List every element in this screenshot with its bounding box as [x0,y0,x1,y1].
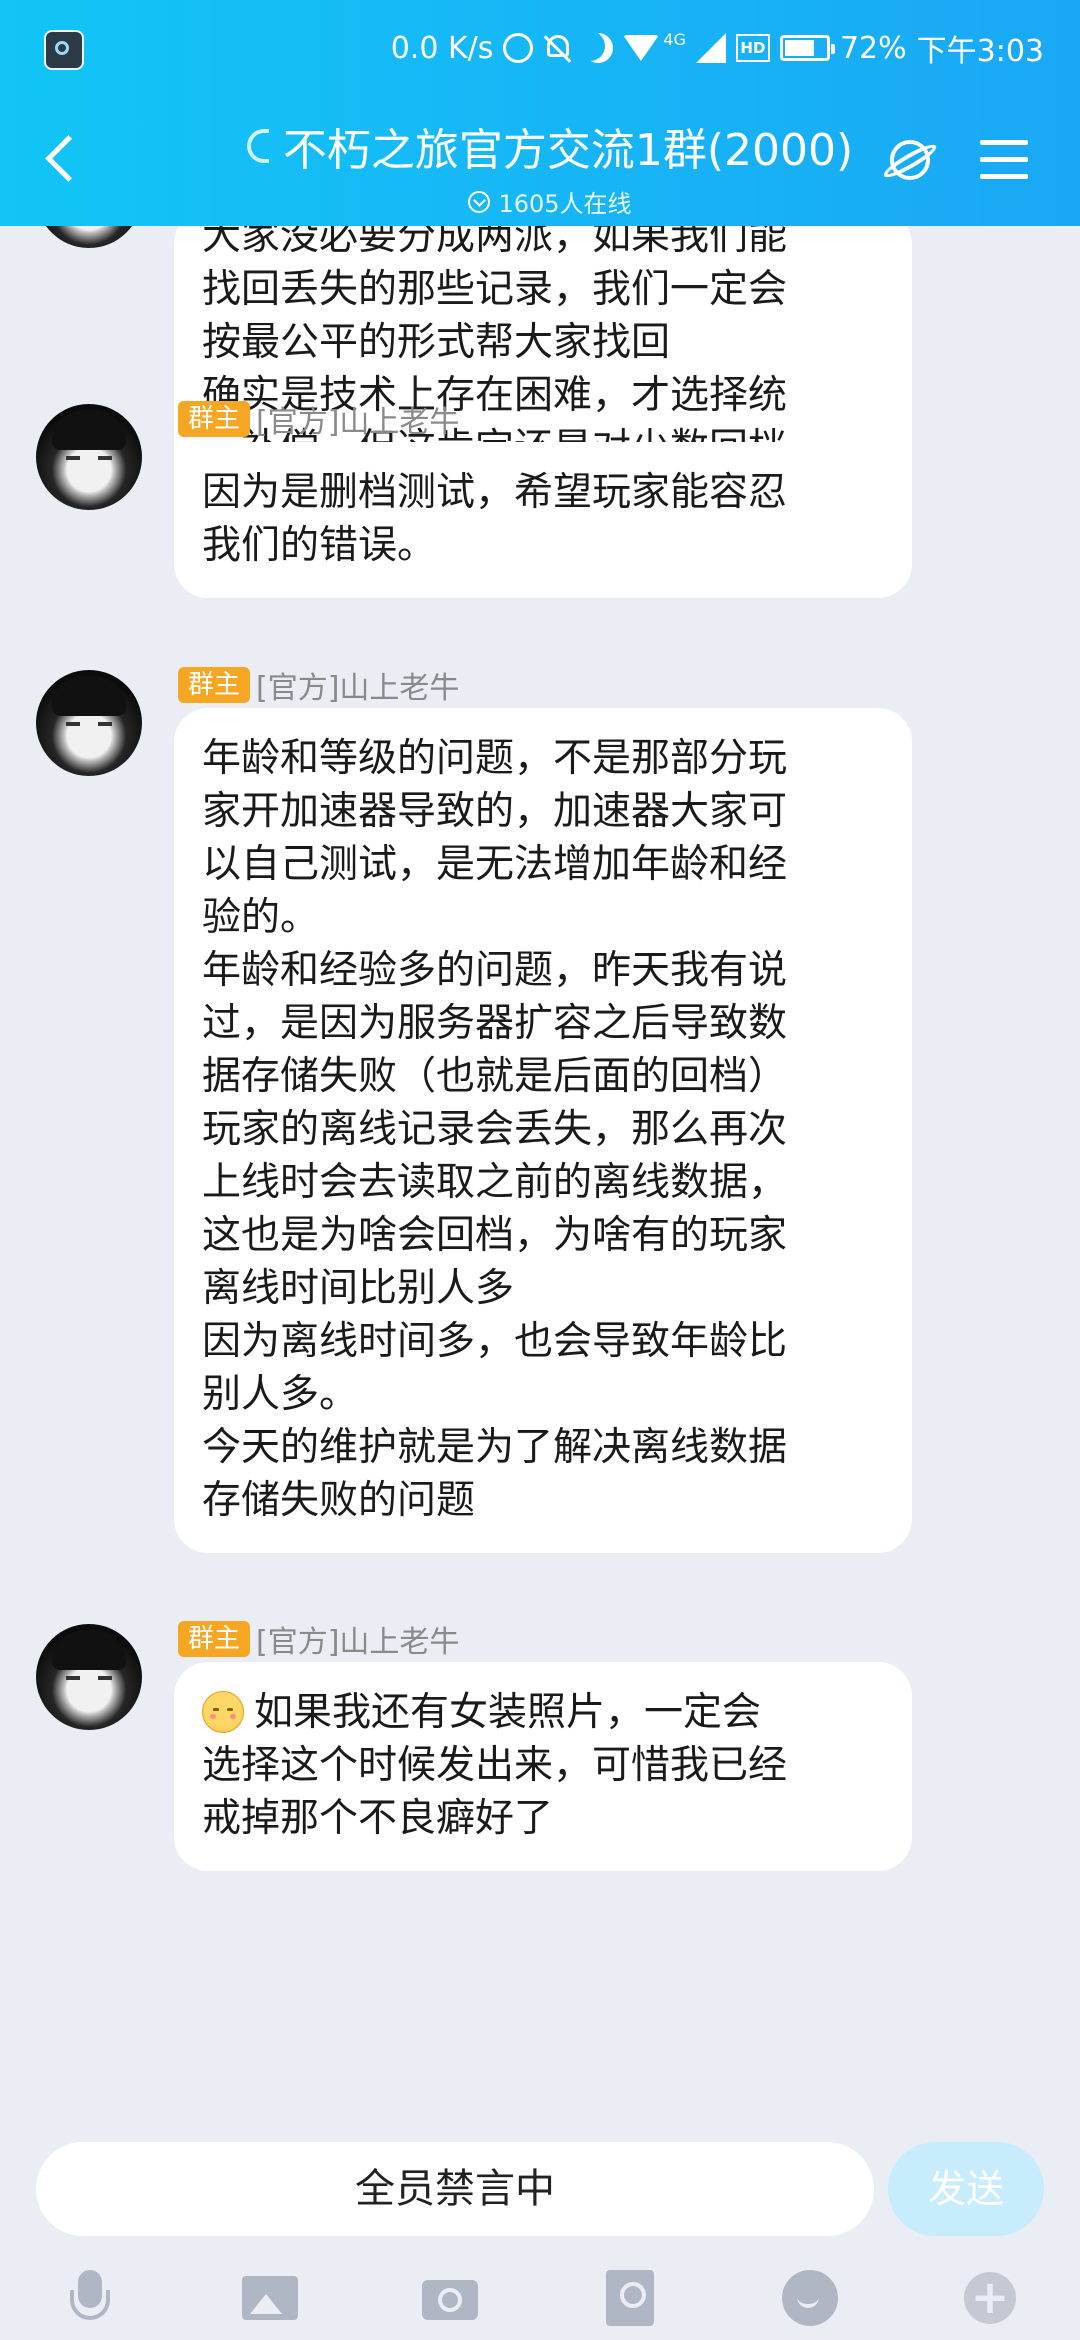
camera-icon[interactable] [420,2268,480,2328]
online-count: 1605人在线 [498,190,632,218]
message-bubble[interactable]: 因为是删档测试，希望玩家能容忍 我们的错误。 [174,442,912,598]
role-badge: 群主 [178,1621,251,1657]
status-icons: 0.0 K/s 4G HD 72% 下午3:03 [391,24,1044,72]
sender-row: 群主 [官方]山上老牛 [178,397,459,441]
input-toolbar [0,2254,1080,2340]
planet-icon[interactable] [884,134,936,186]
network-type: 4G [663,30,686,49]
sender-name[interactable]: [官方]山上老牛 [256,663,459,707]
sender-row: 群主 [官方]山上老牛 [178,1617,459,1661]
emoji-icon[interactable] [780,2268,840,2328]
muted-input-field[interactable]: 全员禁言中 [36,2142,874,2236]
sender-name[interactable]: [官方]山上老牛 [256,1617,459,1661]
message-bubble[interactable]: 如果我还有女装照片，一定会 选择这个时候发出来，可惜我已经 戒掉那个不良癖好了 [174,1662,912,1871]
send-button[interactable]: 发送 [888,2142,1044,2236]
hd-voice-icon: HD [735,34,770,62]
status-bar: 0.0 K/s 4G HD 72% 下午3:03 [0,0,1080,96]
chevron-circle-icon [468,190,491,213]
network-speed: 0.0 K/s [390,30,494,66]
title-row: 不朽之旅官方交流1群(2000) [240,114,860,178]
avatar[interactable] [36,670,142,776]
sender-name[interactable]: [官方]山上老牛 [256,397,459,441]
back-button[interactable] [40,132,80,188]
app-notification-icon [44,30,84,70]
nav-bar: 不朽之旅官方交流1群(2000) 1605人在线 [0,96,1080,226]
avatar[interactable] [36,226,142,248]
alarm-icon [503,33,534,63]
avatar[interactable] [36,404,142,510]
red-packet-icon[interactable] [600,2268,660,2328]
sender-row: 群主 [官方]山上老牛 [178,663,459,707]
avatar[interactable] [36,1624,142,1730]
mic-icon[interactable] [60,2268,120,2328]
battery-fill [784,40,814,56]
plus-icon[interactable] [960,2268,1020,2328]
clock: 下午3:03 [916,34,1044,69]
image-icon[interactable] [240,2268,300,2328]
moon-icon [583,33,613,63]
wifi-icon [623,35,660,61]
group-title: 不朽之旅官方交流1群(2000) [282,125,854,176]
message-text: 如果我还有女装照片，一定会 选择这个时候发出来，可惜我已经 戒掉那个不良癖好了 [202,1690,788,1841]
battery-icon [779,35,835,61]
battery-percent: 72% [839,30,907,66]
ear-icon [246,129,269,163]
chat-title-area[interactable]: 不朽之旅官方交流1群(2000) 1605人在线 [240,114,860,219]
blush-emoji-icon [202,1691,244,1733]
chat-area[interactable]: 大家没必要分成两派，如果我们能 找回丢失的那些记录，我们一定会 按最公平的形式帮… [0,226,1080,2130]
signal-icon [695,33,726,63]
message-bubble[interactable]: 年龄和等级的问题，不是那部分玩 家开加速器导致的，加速器大家可 以自己测试，是无… [174,708,912,1553]
role-badge: 群主 [178,667,251,703]
role-badge: 群主 [178,401,251,437]
online-row: 1605人在线 [240,184,860,219]
header: 0.0 K/s 4G HD 72% 下午3:03 不朽之旅官方交流1群(2000… [0,0,1080,226]
input-area: 全员禁言中 发送 [0,2130,1080,2340]
mute-bell-icon [543,33,573,63]
menu-icon[interactable] [980,140,1030,180]
